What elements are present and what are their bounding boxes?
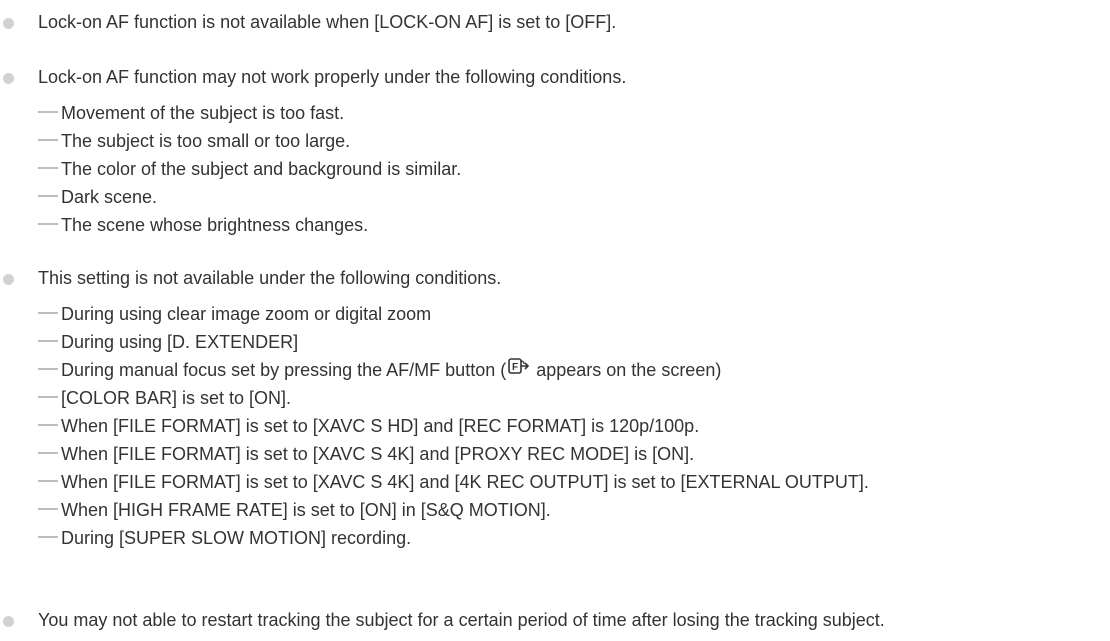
condition-item: When [HIGH FRAME RATE] is set to [ON] in… bbox=[38, 498, 551, 522]
condition-item: When [FILE FORMAT] is set to [XAVC S 4K]… bbox=[38, 470, 869, 494]
dash-icon bbox=[38, 312, 58, 315]
condition-item: During using clear image zoom or digital… bbox=[38, 302, 431, 326]
condition-item: When [FILE FORMAT] is set to [XAVC S HD]… bbox=[38, 414, 699, 438]
condition-text: The color of the subject and background … bbox=[61, 159, 462, 179]
dash-icon bbox=[38, 536, 58, 539]
bullet-icon bbox=[3, 73, 14, 84]
condition-text-suffix: appears on the screen) bbox=[536, 360, 722, 380]
manual-focus-icon: F bbox=[508, 357, 530, 381]
condition-item: The scene whose brightness changes. bbox=[38, 213, 368, 237]
dash-icon bbox=[38, 368, 58, 371]
bullet-icon bbox=[3, 274, 14, 285]
condition-item: During manual focus set by pressing the … bbox=[38, 358, 721, 383]
dash-icon bbox=[38, 111, 58, 114]
note-text: This setting is not available under the … bbox=[38, 268, 502, 288]
dash-icon bbox=[38, 139, 58, 142]
condition-text: When [FILE FORMAT] is set to [XAVC S HD]… bbox=[61, 416, 700, 436]
condition-text: Dark scene. bbox=[61, 187, 158, 207]
dash-icon bbox=[38, 195, 58, 198]
dash-icon bbox=[38, 424, 58, 427]
condition-item: [COLOR BAR] is set to [ON]. bbox=[38, 386, 291, 410]
condition-item: The subject is too small or too large. bbox=[38, 129, 350, 153]
bullet-icon bbox=[3, 18, 14, 29]
condition-item: Dark scene. bbox=[38, 185, 157, 209]
condition-text: The scene whose brightness changes. bbox=[61, 215, 369, 235]
condition-text: The subject is too small or too large. bbox=[61, 131, 351, 151]
note-text: Lock-on AF function may not work properl… bbox=[38, 67, 627, 87]
dash-icon bbox=[38, 340, 58, 343]
condition-text: When [FILE FORMAT] is set to [XAVC S 4K]… bbox=[61, 472, 869, 492]
note-text: Lock-on AF function is not available whe… bbox=[38, 12, 617, 32]
condition-text: When [FILE FORMAT] is set to [XAVC S 4K]… bbox=[61, 444, 695, 464]
condition-item: Movement of the subject is too fast. bbox=[38, 101, 344, 125]
condition-text: During manual focus set by pressing the … bbox=[61, 360, 507, 380]
svg-text:F: F bbox=[512, 362, 518, 373]
condition-text: During [SUPER SLOW MOTION] recording. bbox=[61, 528, 412, 548]
condition-text: During using [D. EXTENDER] bbox=[61, 332, 299, 352]
dash-icon bbox=[38, 508, 58, 511]
condition-text: When [HIGH FRAME RATE] is set to [ON] in… bbox=[61, 500, 551, 520]
condition-item: During using [D. EXTENDER] bbox=[38, 330, 298, 354]
note-text: You may not able to restart tracking the… bbox=[38, 610, 885, 630]
condition-text: During using clear image zoom or digital… bbox=[61, 304, 432, 324]
dash-icon bbox=[38, 396, 58, 399]
dash-icon bbox=[38, 480, 58, 483]
bullet-icon bbox=[3, 616, 14, 627]
condition-item: The color of the subject and background … bbox=[38, 157, 461, 181]
condition-text: [COLOR BAR] is set to [ON]. bbox=[61, 388, 292, 408]
condition-item: When [FILE FORMAT] is set to [XAVC S 4K]… bbox=[38, 442, 694, 466]
condition-item: During [SUPER SLOW MOTION] recording. bbox=[38, 526, 411, 550]
dash-icon bbox=[38, 452, 58, 455]
condition-text: Movement of the subject is too fast. bbox=[61, 103, 345, 123]
dash-icon bbox=[38, 167, 58, 170]
dash-icon bbox=[38, 223, 58, 226]
